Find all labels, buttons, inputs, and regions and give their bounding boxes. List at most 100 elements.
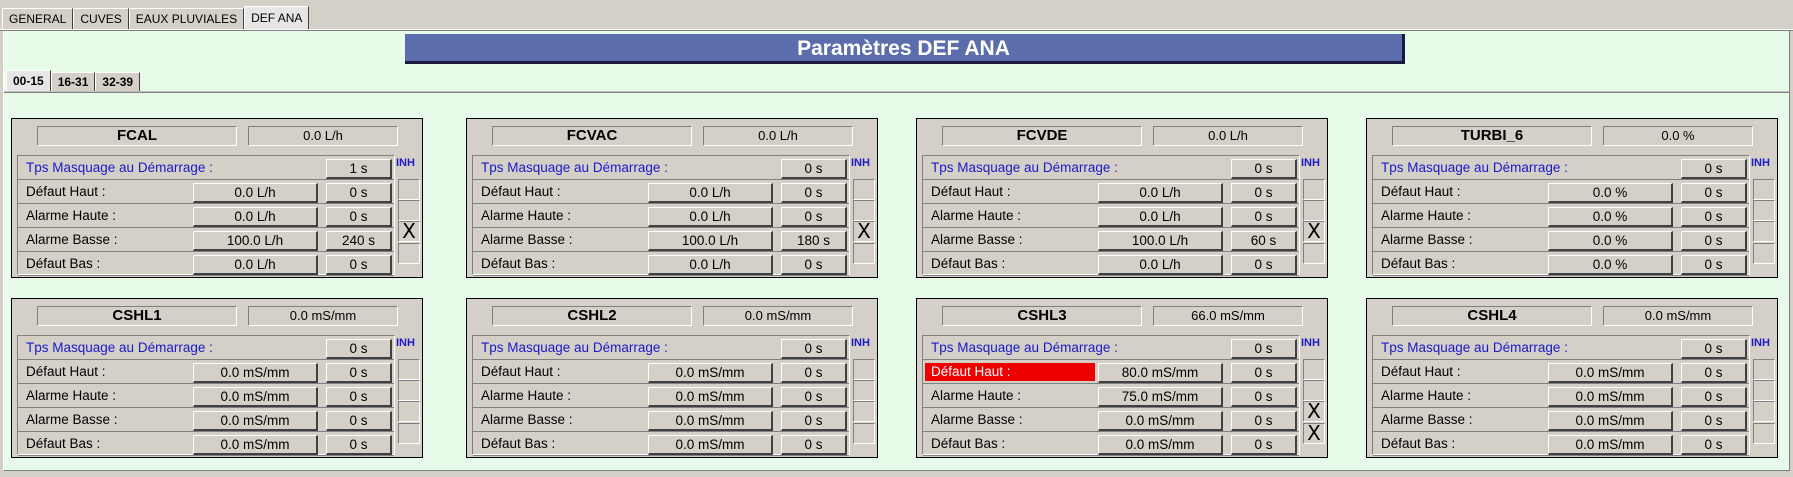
inh-checkbox[interactable] (1303, 179, 1325, 200)
tps-delay-button[interactable]: 0 s (1681, 339, 1747, 359)
subtab-00-15[interactable]: 00-15 (6, 70, 51, 92)
alarme-basse-delay-button[interactable]: 0 s (1681, 231, 1747, 251)
tps-delay-button[interactable]: 1 s (326, 159, 392, 179)
alarme-basse-delay-button[interactable]: 0 s (781, 411, 847, 431)
defaut-haut-threshold-button[interactable]: 0.0 L/h (193, 183, 318, 203)
alarme-basse-threshold-button[interactable]: 0.0 mS/mm (193, 411, 318, 431)
tps-delay-button[interactable]: 0 s (1681, 159, 1747, 179)
alarme-basse-threshold-button[interactable]: 100.0 L/h (1098, 231, 1223, 251)
defaut-bas-threshold-button[interactable]: 0.0 mS/mm (648, 435, 773, 455)
defaut-haut-delay-button[interactable]: 0 s (781, 183, 847, 203)
defaut-haut-delay-button[interactable]: 0 s (1231, 183, 1297, 203)
defaut-haut-threshold-button[interactable]: 0.0 mS/mm (1548, 363, 1673, 383)
alarme-haute-threshold-button[interactable]: 0.0 L/h (1098, 207, 1223, 227)
inh-checkbox[interactable] (1753, 359, 1775, 380)
inh-checkbox[interactable] (398, 243, 420, 264)
alarme-haute-delay-button[interactable]: 0 s (781, 387, 847, 407)
defaut-haut-threshold-button[interactable]: 0.0 L/h (1098, 183, 1223, 203)
defaut-bas-delay-button[interactable]: 0 s (1681, 255, 1747, 275)
inh-checkbox[interactable] (853, 401, 875, 422)
inh-checkbox[interactable] (1753, 401, 1775, 422)
tab-def-ana[interactable]: DEF ANA (244, 6, 310, 30)
defaut-bas-delay-button[interactable]: 0 s (781, 255, 847, 275)
alarme-haute-threshold-button[interactable]: 0.0 mS/mm (648, 387, 773, 407)
defaut-bas-threshold-button[interactable]: 0.0 L/h (648, 255, 773, 275)
inh-checkbox[interactable] (398, 200, 420, 221)
inh-checkbox[interactable] (1303, 243, 1325, 264)
alarme-haute-delay-button[interactable]: 0 s (1681, 207, 1747, 227)
inh-checkbox[interactable] (853, 359, 875, 380)
inh-checkbox[interactable] (1303, 380, 1325, 401)
defaut-bas-threshold-button[interactable]: 0.0 mS/mm (1548, 435, 1673, 455)
inh-checkbox[interactable]: X (1303, 221, 1325, 242)
tab-eaux-pluviales[interactable]: EAUX PLUVIALES (128, 8, 245, 30)
alarme-basse-delay-button[interactable]: 180 s (781, 231, 847, 251)
tps-delay-button[interactable]: 0 s (326, 339, 392, 359)
alarme-basse-threshold-button[interactable]: 0.0 % (1548, 231, 1673, 251)
alarme-basse-delay-button[interactable]: 0 s (1681, 411, 1747, 431)
alarme-haute-threshold-button[interactable]: 0.0 % (1548, 207, 1673, 227)
inh-checkbox[interactable] (398, 380, 420, 401)
alarme-haute-threshold-button[interactable]: 0.0 L/h (648, 207, 773, 227)
inh-checkbox[interactable] (853, 243, 875, 264)
defaut-haut-delay-button[interactable]: 0 s (326, 363, 392, 383)
inh-checkbox[interactable] (398, 359, 420, 380)
defaut-haut-delay-button[interactable]: 0 s (1231, 363, 1297, 383)
defaut-bas-threshold-button[interactable]: 0.0 mS/mm (1098, 435, 1223, 455)
defaut-haut-delay-button[interactable]: 0 s (1681, 363, 1747, 383)
inh-checkbox[interactable]: X (1303, 401, 1325, 422)
inh-checkbox[interactable] (853, 380, 875, 401)
defaut-bas-delay-button[interactable]: 0 s (1681, 435, 1747, 455)
alarme-basse-threshold-button[interactable]: 100.0 L/h (648, 231, 773, 251)
defaut-bas-threshold-button[interactable]: 0.0 mS/mm (193, 435, 318, 455)
defaut-haut-threshold-button[interactable]: 0.0 mS/mm (193, 363, 318, 383)
inh-checkbox[interactable]: X (398, 221, 420, 242)
inh-checkbox[interactable] (1303, 200, 1325, 221)
inh-checkbox[interactable] (1753, 200, 1775, 221)
inh-checkbox[interactable] (398, 179, 420, 200)
defaut-bas-delay-button[interactable]: 0 s (326, 255, 392, 275)
alarme-haute-threshold-button[interactable]: 75.0 mS/mm (1098, 387, 1223, 407)
alarme-haute-threshold-button[interactable]: 0.0 mS/mm (1548, 387, 1673, 407)
inh-checkbox[interactable] (398, 401, 420, 422)
alarme-haute-delay-button[interactable]: 0 s (326, 387, 392, 407)
alarme-haute-delay-button[interactable]: 0 s (1681, 387, 1747, 407)
defaut-bas-delay-button[interactable]: 0 s (1231, 435, 1297, 455)
defaut-haut-delay-button[interactable]: 0 s (326, 183, 392, 203)
subtab-32-39[interactable]: 32-39 (95, 72, 141, 92)
defaut-bas-delay-button[interactable]: 0 s (781, 435, 847, 455)
tps-delay-button[interactable]: 0 s (1231, 339, 1297, 359)
inh-checkbox[interactable] (1753, 423, 1775, 444)
alarme-haute-delay-button[interactable]: 0 s (781, 207, 847, 227)
inh-checkbox[interactable] (853, 423, 875, 444)
alarme-basse-threshold-button[interactable]: 100.0 L/h (193, 231, 318, 251)
defaut-bas-threshold-button[interactable]: 0.0 % (1548, 255, 1673, 275)
defaut-haut-delay-button[interactable]: 0 s (1681, 183, 1747, 203)
inh-checkbox[interactable] (853, 179, 875, 200)
defaut-bas-delay-button[interactable]: 0 s (326, 435, 392, 455)
alarme-haute-delay-button[interactable]: 0 s (1231, 387, 1297, 407)
defaut-haut-threshold-button[interactable]: 0.0 % (1548, 183, 1673, 203)
inh-checkbox[interactable] (853, 200, 875, 221)
defaut-bas-delay-button[interactable]: 0 s (1231, 255, 1297, 275)
tab-cuves[interactable]: CUVES (73, 8, 129, 30)
alarme-basse-delay-button[interactable]: 0 s (326, 411, 392, 431)
inh-checkbox[interactable] (1753, 243, 1775, 264)
defaut-haut-delay-button[interactable]: 0 s (781, 363, 847, 383)
tab-general[interactable]: GENERAL (2, 8, 74, 30)
alarme-haute-delay-button[interactable]: 0 s (326, 207, 392, 227)
alarme-haute-threshold-button[interactable]: 0.0 mS/mm (193, 387, 318, 407)
tps-delay-button[interactable]: 0 s (1231, 159, 1297, 179)
defaut-bas-threshold-button[interactable]: 0.0 L/h (193, 255, 318, 275)
alarme-basse-threshold-button[interactable]: 0.0 mS/mm (1548, 411, 1673, 431)
inh-checkbox[interactable] (398, 423, 420, 444)
inh-checkbox[interactable] (1753, 380, 1775, 401)
inh-checkbox[interactable] (1753, 221, 1775, 242)
defaut-bas-threshold-button[interactable]: 0.0 L/h (1098, 255, 1223, 275)
alarme-basse-threshold-button[interactable]: 0.0 mS/mm (648, 411, 773, 431)
alarme-basse-delay-button[interactable]: 60 s (1231, 231, 1297, 251)
inh-checkbox[interactable]: X (1303, 423, 1325, 444)
tps-delay-button[interactable]: 0 s (781, 339, 847, 359)
tps-delay-button[interactable]: 0 s (781, 159, 847, 179)
defaut-haut-threshold-button[interactable]: 80.0 mS/mm (1098, 363, 1223, 383)
